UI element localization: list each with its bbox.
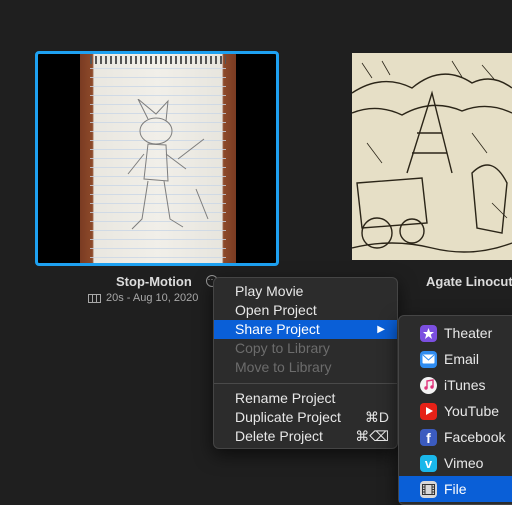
menu-item-move-to-library: Move to Library xyxy=(214,358,397,377)
share-item-file[interactable]: File xyxy=(399,476,512,502)
share-item-itunes[interactable]: iTunes xyxy=(399,372,512,398)
itunes-icon xyxy=(420,376,437,394)
facebook-icon: f xyxy=(420,428,437,446)
share-item-label: Facebook xyxy=(444,429,506,445)
menu-item-delete-project[interactable]: Delete Project ⌘⌫ xyxy=(214,427,397,446)
menu-item-open-project[interactable]: Open Project xyxy=(214,301,397,320)
share-item-email[interactable]: Email xyxy=(399,346,512,372)
email-icon xyxy=(420,350,437,368)
share-item-label: Theater xyxy=(444,325,493,341)
share-item-label: Email xyxy=(444,351,480,367)
menu-item-label: Move to Library xyxy=(235,359,332,375)
linocut-artwork xyxy=(352,53,512,260)
menu-separator xyxy=(214,383,397,384)
notepad-spiral xyxy=(90,56,226,64)
share-item-theater[interactable]: Theater xyxy=(399,320,512,346)
menu-item-label: Share Project xyxy=(235,321,320,337)
share-item-label: iTunes xyxy=(444,377,486,393)
menu-item-share-project[interactable]: Share Project ▶ xyxy=(214,320,397,339)
shortcut-label: ⌘⌫ xyxy=(355,428,389,444)
share-item-youtube[interactable]: YouTube xyxy=(399,398,512,424)
menu-item-label: Delete Project xyxy=(235,428,323,444)
film-icon xyxy=(88,293,101,303)
project-thumbnail-stop-motion[interactable] xyxy=(35,51,279,266)
share-item-label: File xyxy=(444,481,467,497)
menu-item-play-movie[interactable]: Play Movie xyxy=(214,282,397,301)
file-icon xyxy=(420,480,437,498)
share-item-label: YouTube xyxy=(444,403,500,419)
menu-item-label: Duplicate Project xyxy=(235,409,341,425)
submenu-arrow-icon: ▶ xyxy=(377,324,385,335)
menu-item-label: Rename Project xyxy=(235,390,336,406)
project-thumbnail-agate-linocut[interactable] xyxy=(352,53,512,260)
menu-item-label: Play Movie xyxy=(235,283,304,299)
share-submenu: Theater Email iTunes YouTube f Facebook … xyxy=(398,315,512,505)
youtube-icon xyxy=(420,402,437,420)
share-item-facebook[interactable]: f Facebook xyxy=(399,424,512,450)
project-title: Stop-Motion xyxy=(116,274,192,289)
theater-icon xyxy=(420,324,437,342)
vimeo-icon: v xyxy=(420,454,437,472)
share-item-vimeo[interactable]: v Vimeo xyxy=(399,450,512,476)
menu-item-duplicate-project[interactable]: Duplicate Project ⌘D xyxy=(214,408,397,427)
shortcut-label: ⌘D xyxy=(364,409,389,425)
share-item-label: Vimeo xyxy=(444,455,484,471)
project-meta: 20s - Aug 10, 2020 xyxy=(88,292,198,304)
menu-item-copy-to-library: Copy to Library xyxy=(214,339,397,358)
project-context-menu: Play Movie Open Project Share Project ▶ … xyxy=(213,277,398,449)
project-title: Agate Linocut xyxy=(426,274,512,289)
menu-item-label: Open Project xyxy=(235,302,317,318)
menu-item-rename-project[interactable]: Rename Project xyxy=(214,389,397,408)
menu-item-label: Copy to Library xyxy=(235,340,330,356)
project-duration-date: 20s - Aug 10, 2020 xyxy=(106,292,199,304)
pencil-sketch-figure xyxy=(127,99,209,230)
